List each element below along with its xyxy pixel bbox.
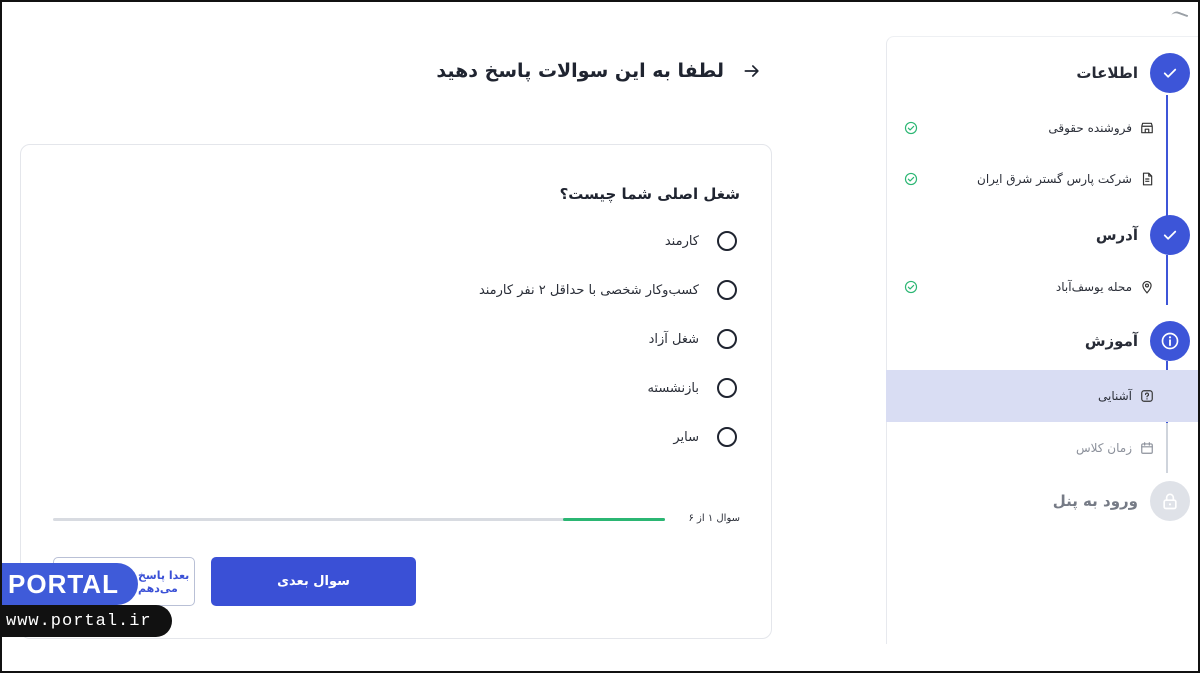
option-freelance[interactable]: شغل آزاد <box>649 327 737 351</box>
step-panel-login: ورود به پنل <box>890 481 1190 521</box>
sidebar-item-label: آشنایی <box>1097 389 1132 403</box>
radio-button[interactable] <box>717 329 737 349</box>
arrow-right-icon[interactable] <box>742 61 762 81</box>
sidebar-item-label: فروشنده حقوقی <box>1048 121 1132 135</box>
radio-button[interactable] <box>717 427 737 447</box>
check-circle-icon <box>904 280 918 294</box>
sidebar-item-label: محله یوسف‌آباد <box>1055 280 1132 294</box>
question-card: شغل اصلی شما چیست؟ کارمند کسب‌وکار شخصی … <box>20 144 772 639</box>
step-title: ورود به پنل <box>1052 492 1138 510</box>
lock-icon <box>1150 481 1190 521</box>
option-employee[interactable]: کارمند <box>665 229 737 253</box>
calendar-icon <box>1140 441 1154 455</box>
sidebar-item-class-time[interactable]: زمان کلاس <box>886 422 1170 474</box>
step-title: آموزش <box>1084 332 1138 350</box>
portal-logo: PORTAL <box>0 563 138 605</box>
option-label: کسب‌وکار شخصی با حداقل ۲ نفر کارمند <box>478 282 699 298</box>
question-text: شغل اصلی شما چیست؟ <box>559 185 740 203</box>
step-title: آدرس <box>1095 226 1138 244</box>
sidebar-item-label: زمان کلاس <box>1075 441 1132 455</box>
option-label: کارمند <box>664 233 699 249</box>
option-retired[interactable]: بازنشسته <box>647 376 737 400</box>
corner-mark <box>1167 9 1189 31</box>
check-icon <box>1150 53 1190 93</box>
radio-button[interactable] <box>717 280 737 300</box>
location-pin-icon <box>1140 280 1154 294</box>
check-circle-icon <box>904 172 918 186</box>
info-icon <box>1150 321 1190 361</box>
sidebar-item-introduction[interactable]: آشنایی <box>886 370 1200 422</box>
option-business-owner[interactable]: کسب‌وکار شخصی با حداقل ۲ نفر کارمند <box>479 278 737 302</box>
next-question-button[interactable]: سوال بعدی <box>211 557 416 606</box>
sidebar-item-legal-seller[interactable]: فروشنده حقوقی <box>886 102 1170 154</box>
sidebar-item-company[interactable]: شرکت پارس گستر شرق ایران <box>886 153 1170 205</box>
radio-button[interactable] <box>717 231 737 251</box>
page-title: لطفا به این سوالات پاسخ دهید <box>436 60 724 82</box>
step-education[interactable]: آموزش <box>890 321 1190 361</box>
document-icon <box>1140 172 1154 186</box>
step-title: اطلاعات <box>1076 64 1138 82</box>
step-address[interactable]: آدرس <box>890 215 1190 255</box>
option-other[interactable]: سایر <box>673 425 737 449</box>
sidebar-item-label: شرکت پارس گستر شرق ایران <box>977 172 1132 186</box>
sidebar-item-neighborhood[interactable]: محله یوسف‌آباد <box>886 261 1170 313</box>
option-label: بازنشسته <box>647 380 699 396</box>
store-icon <box>1140 121 1154 135</box>
progress-bar <box>53 518 665 521</box>
option-label: شغل آزاد <box>648 331 699 347</box>
stepper-sidebar: اطلاعات فروشنده حقوقی شرکت پارس گستر شرق… <box>886 36 1200 644</box>
progress-fill <box>563 518 665 521</box>
step-info[interactable]: اطلاعات <box>890 53 1190 93</box>
check-icon <box>1150 215 1190 255</box>
radio-button[interactable] <box>717 378 737 398</box>
option-label: سایر <box>673 429 699 445</box>
page-header: لطفا به این سوالات پاسخ دهید <box>436 60 762 82</box>
portal-url: www.portal.ir <box>0 605 172 637</box>
check-circle-icon <box>904 121 918 135</box>
progress-label: سوال ۱ از ۶ <box>688 513 741 524</box>
question-icon <box>1140 389 1154 403</box>
